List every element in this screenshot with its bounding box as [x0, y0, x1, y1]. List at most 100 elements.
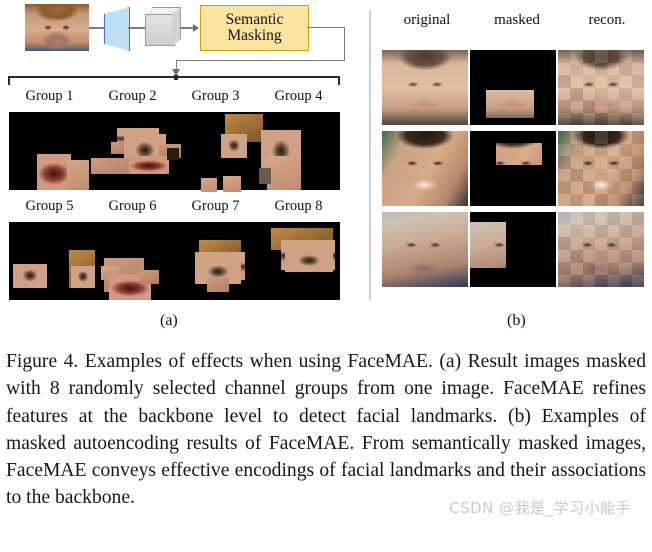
csdn-watermark: CSDN @我是_学习小能手	[449, 499, 632, 517]
recon-patch	[558, 237, 571, 251]
recon-patch	[582, 156, 596, 170]
recon-patch	[631, 62, 644, 76]
recon-patch	[607, 224, 621, 238]
recon-patch	[631, 274, 644, 287]
recon-patch	[619, 262, 633, 276]
recon-patch	[570, 274, 584, 287]
face-patch	[259, 168, 271, 184]
recon-patch	[570, 100, 584, 114]
encoder-trapezoid-icon	[104, 7, 130, 51]
recon-patch	[582, 75, 596, 89]
recon-patch	[631, 100, 644, 114]
recon-patch	[594, 181, 608, 195]
recon-patch	[570, 131, 584, 145]
recon-mosaic-row-1	[558, 50, 644, 125]
recon-patch	[631, 249, 644, 263]
recon-patch	[558, 100, 571, 114]
recon-patch	[582, 193, 596, 206]
recon-patch	[582, 131, 596, 145]
wire-encoder-to-feature	[128, 27, 146, 29]
recon-patch	[582, 237, 596, 251]
recon-patch	[619, 274, 633, 287]
recon-patch	[558, 193, 571, 206]
recon-patch	[594, 87, 608, 101]
recon-patch	[631, 143, 644, 157]
recon-patch	[570, 212, 584, 226]
recon-patch	[607, 237, 621, 251]
recon-patch	[558, 75, 571, 89]
recon-patch	[619, 249, 633, 263]
face-patch	[223, 176, 241, 192]
recon-patch	[594, 75, 608, 89]
recon-patch	[570, 143, 584, 157]
recon-patch	[558, 156, 571, 170]
recon-patch	[558, 262, 571, 276]
recon-patch	[582, 112, 596, 125]
wire-feature-to-module	[180, 27, 194, 29]
recon-patch	[607, 168, 621, 182]
feature-cube-icon	[145, 14, 175, 46]
recon-patch	[582, 100, 596, 114]
recon-patch	[619, 87, 633, 101]
recon-patch	[570, 224, 584, 238]
masked-image-row-3	[470, 212, 556, 287]
masked-strip-groups-5-8	[9, 222, 340, 300]
original-image-row-1	[382, 50, 468, 125]
recon-patch	[607, 100, 621, 114]
face-patch	[167, 148, 179, 160]
masked-strip-groups-1-4	[9, 112, 340, 192]
recon-patch	[594, 249, 608, 263]
recon-patch	[594, 50, 608, 64]
recon-mosaic-row-2	[558, 131, 644, 206]
recon-patch	[594, 156, 608, 170]
recon-patch	[558, 224, 571, 238]
face-patch	[13, 264, 47, 288]
group-label-8: Group 8	[274, 198, 323, 214]
masked-image-row-1	[470, 50, 556, 125]
figure-caption: Figure 4. Examples of effects when using…	[6, 351, 646, 509]
face-patch	[201, 178, 217, 192]
recon-patch	[607, 156, 621, 170]
recon-patch	[558, 131, 571, 145]
face-patch	[221, 134, 247, 158]
recon-patch	[594, 131, 608, 145]
group-labels-row-1: Group 1 Group 2 Group 3 Group 4	[8, 88, 340, 105]
face-patch	[267, 156, 301, 190]
recon-patch	[631, 50, 644, 64]
recon-patch	[594, 100, 608, 114]
figure-4: Semantic Masking Group 1 Group 2 Group 3…	[0, 0, 652, 340]
recon-patch	[570, 62, 584, 76]
reconstructed-image-row-3	[558, 212, 644, 287]
recon-patch	[619, 143, 633, 157]
feedback-wire-right	[343, 27, 345, 61]
recon-patch	[619, 131, 633, 145]
panel-divider	[369, 10, 371, 300]
recon-patch	[594, 193, 608, 206]
group-label-2: Group 2	[108, 88, 157, 104]
recon-patch	[558, 181, 571, 195]
panel-b-column-headers: original masked recon.	[382, 12, 652, 29]
semantic-masking-label-line2: Masking	[227, 27, 282, 44]
recon-patch	[607, 262, 621, 276]
recon-patch	[619, 224, 633, 238]
recon-patch	[607, 75, 621, 89]
recon-patch	[594, 262, 608, 276]
recon-patch	[582, 143, 596, 157]
recon-patch	[570, 50, 584, 64]
feedback-wire-top	[307, 27, 345, 29]
recon-patch	[619, 75, 633, 89]
face-patch	[67, 160, 89, 190]
column-header-original: original	[403, 12, 451, 28]
recon-patch	[582, 87, 596, 101]
recon-patch	[582, 212, 596, 226]
recon-patch	[570, 87, 584, 101]
original-image-row-3	[382, 212, 468, 287]
recon-patch	[607, 143, 621, 157]
panel-b-row-3	[382, 212, 652, 287]
panel-a: Semantic Masking Group 1 Group 2 Group 3…	[0, 0, 350, 340]
recon-patch	[558, 112, 571, 125]
face-patch	[71, 266, 95, 288]
recon-patch	[631, 156, 644, 170]
input-face-image	[25, 4, 89, 51]
reconstructed-image-row-1	[558, 50, 644, 125]
